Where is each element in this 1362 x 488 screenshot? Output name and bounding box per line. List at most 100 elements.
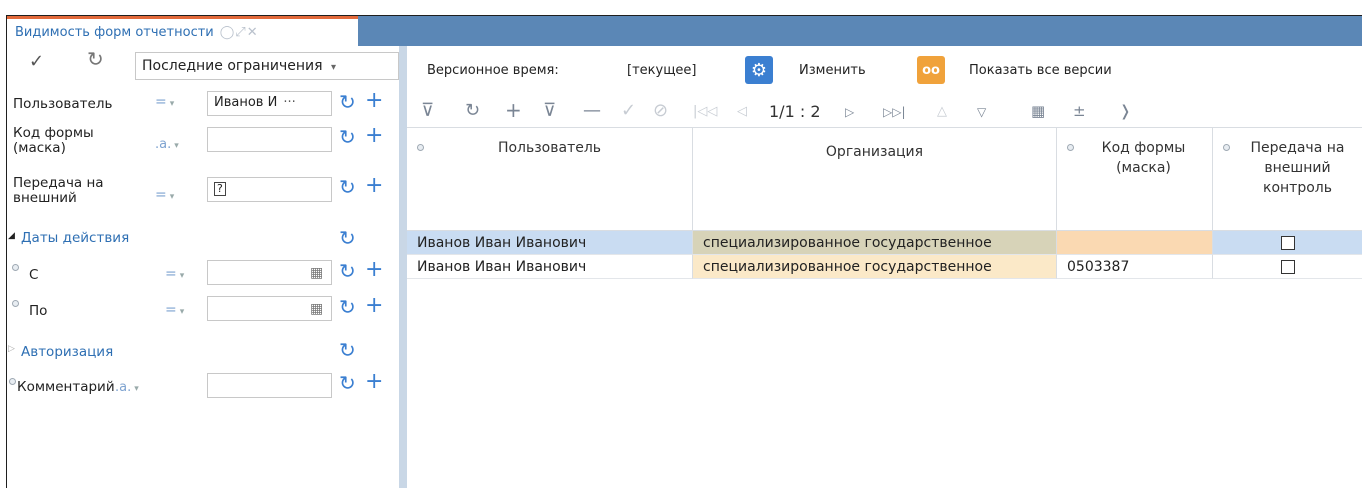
auth-section-title[interactable]: Авторизация: [21, 344, 113, 360]
comment-label: Комментарий: [17, 379, 115, 395]
column-header-external[interactable]: Передача на внешний контроль: [1213, 127, 1362, 231]
refresh-icon[interactable]: ↻: [465, 100, 480, 121]
cell-code[interactable]: [1057, 231, 1213, 255]
plus-icon[interactable]: +: [365, 125, 383, 147]
user-input[interactable]: Иванов И ···: [207, 91, 332, 116]
edit-icon[interactable]: ⊽: [543, 100, 556, 121]
apply-icon[interactable]: ✓: [29, 53, 44, 71]
pager-text: 1/1 : 2: [769, 102, 821, 121]
code-input[interactable]: [207, 127, 332, 152]
cell-external[interactable]: [1213, 231, 1362, 255]
next-page-icon[interactable]: ▷: [845, 105, 854, 119]
cell-external[interactable]: [1213, 255, 1362, 279]
operator-select[interactable]: = ▾: [155, 187, 174, 203]
change-button[interactable]: Изменить: [799, 63, 866, 78]
delete-icon[interactable]: —: [583, 100, 601, 121]
grid-panel: Версионное время: [текущее] ⚙ Изменить o…: [407, 46, 1362, 488]
cancel-icon[interactable]: ⊘: [653, 100, 668, 121]
operator-select[interactable]: .a. ▾: [115, 380, 139, 395]
column-header-user[interactable]: Пользователь: [407, 127, 693, 231]
operator-select[interactable]: .a. ▾: [155, 137, 179, 152]
plus-icon[interactable]: +: [365, 371, 383, 393]
last-page-icon[interactable]: ▷▷|: [883, 105, 906, 119]
grid-toolbar: ⊽ ↻ + ⊽ — ✓ ⊘ |◁◁ ◁ 1/1 : 2 ▷ ▷▷| △ ▽ ▦ …: [407, 96, 1362, 126]
glasses-icon[interactable]: oo: [917, 56, 945, 84]
cell-user[interactable]: Иванов Иван Иванович: [407, 255, 693, 279]
show-all-versions-button[interactable]: Показать все версии: [969, 63, 1112, 78]
dot-icon: [1067, 144, 1074, 151]
preset-select[interactable]: Последние ограничения ▾: [135, 52, 399, 80]
cell-org[interactable]: специализированное государственное: [693, 231, 1057, 255]
refresh-icon[interactable]: ↻: [339, 177, 356, 197]
filter-panel: ✓ ↻ Последние ограничения ▾ Пользователь…: [7, 46, 399, 488]
prev-page-icon[interactable]: ◁: [737, 104, 747, 119]
auth-section-row[interactable]: ▷ Авторизация ↻: [7, 340, 399, 364]
move-down-icon[interactable]: ▽: [977, 105, 986, 119]
first-page-icon[interactable]: |◁◁: [693, 104, 717, 119]
filter-toolbar: ✓ ↻ Последние ограничения ▾: [7, 49, 399, 80]
refresh-icon[interactable]: ↻: [339, 373, 356, 393]
column-header-org[interactable]: Организация: [693, 127, 1057, 231]
add-icon[interactable]: +: [505, 98, 522, 122]
dot-icon: [417, 144, 424, 151]
preset-value: Последние ограничения: [142, 58, 323, 74]
tab-forms-visibility[interactable]: Видимость форм отчетности ◯⤢✕: [7, 16, 358, 46]
filter-icon[interactable]: ⊽: [421, 100, 434, 121]
calendar-icon[interactable]: ▦: [310, 265, 323, 281]
plus-icon[interactable]: +: [365, 259, 383, 281]
operator-select[interactable]: = ▾: [165, 266, 184, 282]
filter-code-row: Код формы (маска) .a. ▾ ↻ +: [7, 124, 399, 168]
tab-strip: Видимость форм отчетности ◯⤢✕: [7, 16, 1362, 46]
tab-title: Видимость форм отчетности: [15, 25, 214, 40]
refresh-icon[interactable]: ↻: [339, 92, 356, 112]
version-value: [текущее]: [627, 63, 697, 78]
refresh-icon[interactable]: ↻: [339, 261, 356, 281]
more-icon[interactable]: ❭: [1119, 102, 1132, 120]
refresh-icon[interactable]: ↻: [339, 340, 356, 360]
gear-icon[interactable]: ⚙: [745, 56, 773, 84]
column-header-code[interactable]: Код формы (маска): [1057, 127, 1213, 231]
cell-org[interactable]: специализированное государственное: [693, 255, 1057, 279]
app-frame: Видимость форм отчетности ◯⤢✕ ✓ ↻ Послед…: [6, 15, 1362, 488]
dates-section-row[interactable]: ◢ Даты действия ↻: [7, 228, 399, 252]
dot-icon: [12, 264, 19, 271]
refresh-icon[interactable]: ↻: [339, 297, 356, 317]
plus-icon[interactable]: +: [365, 175, 383, 197]
filter-external-row: Передача на внешний = ▾ ? ↻ +: [7, 174, 399, 218]
plus-icon[interactable]: +: [365, 90, 383, 112]
expand-collapse-icon[interactable]: ±: [1073, 102, 1086, 120]
expand-triangle-icon[interactable]: ▷: [8, 344, 15, 354]
grid-layout-icon[interactable]: ▦: [1031, 102, 1045, 120]
checkbox[interactable]: [1280, 260, 1295, 274]
dot-icon: [1223, 144, 1230, 151]
refresh-icon[interactable]: ↻: [339, 228, 356, 248]
tab-controls-icon[interactable]: ◯⤢✕: [220, 25, 259, 40]
comment-input[interactable]: [207, 373, 332, 398]
filter-label: Передача на внешний: [13, 175, 104, 206]
operator-select[interactable]: = ▾: [155, 94, 174, 110]
refresh-icon[interactable]: ↻: [87, 49, 104, 69]
date-from-row: С = ▾ ▦ ↻ +: [7, 256, 399, 288]
panel-splitter[interactable]: [399, 46, 407, 488]
filter-label: Пользователь: [13, 96, 113, 112]
filter-user-row: Пользователь = ▾ Иванов И ··· ↻ +: [7, 86, 399, 118]
date-to-label: По: [29, 303, 48, 319]
refresh-icon[interactable]: ↻: [339, 127, 356, 147]
cell-code[interactable]: 0503387: [1057, 255, 1213, 279]
dot-icon: [9, 378, 16, 385]
comment-row: Комментарий .a. ▾ ↻ +: [7, 368, 399, 400]
plus-icon[interactable]: +: [365, 295, 383, 317]
cell-user[interactable]: Иванов Иван Иванович: [407, 231, 693, 255]
dot-icon: [12, 300, 19, 307]
chevron-down-icon: ▾: [331, 62, 337, 73]
collapse-triangle-icon[interactable]: ◢: [8, 231, 15, 241]
move-up-icon[interactable]: △: [937, 104, 947, 119]
external-checkbox-input[interactable]: ?: [207, 177, 332, 202]
operator-select[interactable]: = ▾: [165, 302, 184, 318]
version-label: Версионное время:: [427, 63, 559, 78]
save-icon[interactable]: ✓: [621, 100, 636, 121]
dates-section-title[interactable]: Даты действия: [21, 230, 129, 246]
calendar-icon[interactable]: ▦: [310, 301, 323, 317]
checkbox[interactable]: [1280, 236, 1295, 250]
filter-label: Код формы (маска): [13, 125, 94, 156]
